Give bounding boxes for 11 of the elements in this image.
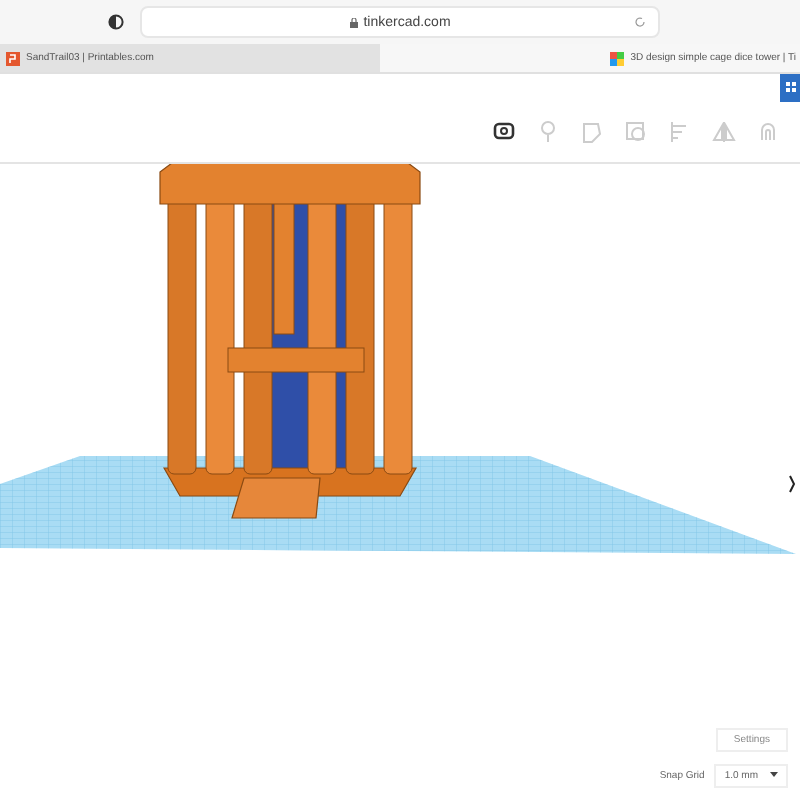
shape-icon[interactable] [580,120,604,144]
grid-view-icon[interactable] [780,74,800,102]
pin-icon[interactable] [536,120,560,144]
caret-icon [770,770,778,778]
favicon-icon [610,51,625,65]
align-icon[interactable] [668,120,692,144]
lock-icon [349,17,358,27]
reload-icon[interactable] [634,16,646,28]
subtract-shape-icon[interactable] [624,120,648,144]
favicon-icon [6,51,20,65]
mirror-icon[interactable] [712,120,736,144]
